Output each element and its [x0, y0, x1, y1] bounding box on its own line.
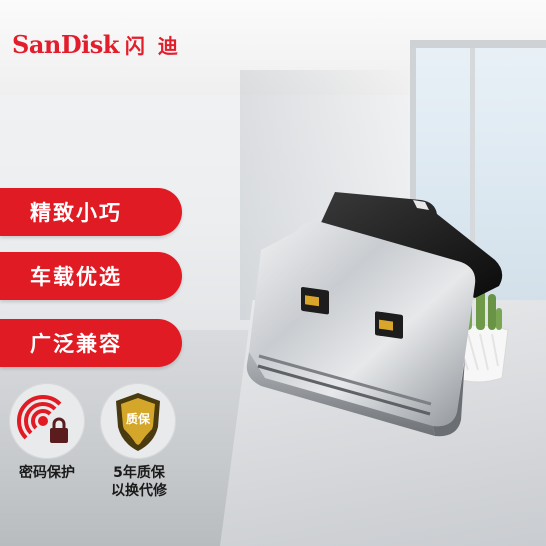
window-top-frame	[410, 40, 546, 48]
quality-shield-icon: 质保	[116, 393, 160, 451]
warranty-line-2: 以换代修	[111, 483, 167, 499]
brand-chinese-name: 闪 迪	[124, 34, 181, 58]
brand-name: SanDisk	[12, 30, 119, 59]
feature-tab-compatible: 广泛兼容	[0, 319, 182, 367]
feature-tab-compact: 精致小巧	[0, 188, 182, 236]
product-banner: SanDisk 闪 迪 精致小巧 车载优选 广泛兼容 密码保护 质保 5年质保 …	[0, 0, 546, 546]
warranty-line-1: 5年质保	[113, 465, 165, 481]
warranty-badge: 质保	[100, 383, 176, 459]
password-protection-badge	[9, 383, 85, 459]
badge-label-password: 密码保护	[19, 465, 75, 481]
lock-signal-icon	[17, 395, 68, 443]
usb-flash-drive-image	[246, 192, 503, 437]
shield-text: 质保	[126, 411, 151, 426]
brand-logo: SanDisk 闪 迪	[12, 30, 181, 60]
feature-tab-car: 车载优选	[0, 252, 182, 300]
badge-label-warranty: 5年质保 以换代修	[95, 464, 183, 500]
